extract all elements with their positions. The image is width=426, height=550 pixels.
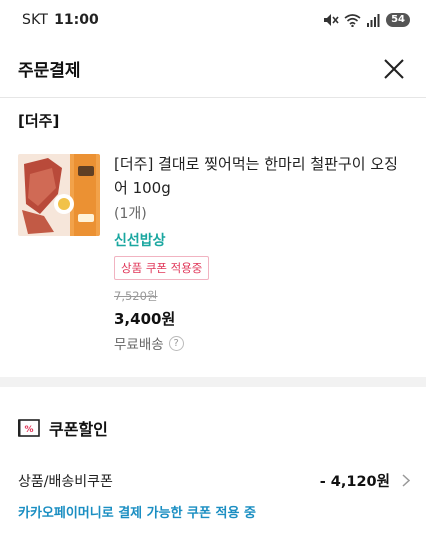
coupon-section-header: % 쿠폰할인 (18, 416, 108, 440)
order-product-item: [더주] 결대로 찢어먹는 한마리 철판구이 오징어 100g (1개) 신선밥… (18, 152, 410, 353)
battery-icon: 54 (386, 13, 410, 27)
product-brand[interactable]: 신선밥상 (114, 230, 410, 250)
wifi-icon (344, 13, 361, 27)
clock-time: 11:00 (54, 12, 99, 28)
coupon-select-row[interactable]: 상품/배송비쿠폰 - 4,120원 (18, 470, 410, 491)
product-image (18, 154, 100, 236)
status-bar: SKT 11:00 54 (0, 0, 426, 40)
page-header: 주문결제 (0, 40, 426, 98)
shipping-label: 무료배송 (114, 337, 164, 353)
coupon-section-title: 쿠폰할인 (49, 420, 108, 439)
chevron-right-icon (402, 474, 410, 487)
mute-icon (324, 14, 339, 26)
page-title: 주문결제 (18, 61, 81, 81)
status-icons: 54 (323, 13, 410, 27)
product-info: [더주] 결대로 찢어먹는 한마리 철판구이 오징어 100g (1개) 신선밥… (114, 152, 410, 353)
coupon-discount-amount: - 4,120원 (319, 474, 390, 490)
product-quantity: (1개) (114, 206, 147, 222)
coupon-row-label: 상품/배송비쿠폰 (18, 473, 113, 490)
sale-price: 3,400원 (114, 310, 176, 328)
svg-text:%: % (24, 425, 33, 435)
section-divider (0, 377, 426, 387)
carrier-label: SKT (22, 12, 49, 28)
seller-name: [더주] (18, 112, 60, 130)
close-button[interactable] (380, 55, 408, 83)
close-icon (384, 58, 404, 79)
kakaopay-coupon-note: 카카오페이머니로 결제 가능한 쿠폰 적용 중 (18, 506, 256, 521)
shipping-info: 무료배송 ? (114, 333, 410, 353)
question-icon[interactable]: ? (168, 335, 184, 351)
product-thumbnail[interactable] (18, 154, 100, 236)
original-price: 7,520원 (114, 289, 158, 303)
product-name[interactable]: [더주] 결대로 찢어먹는 한마리 철판구이 오징어 100g (114, 152, 410, 200)
coupon-applied-badge: 상품 쿠폰 적용중 (114, 256, 210, 280)
signal-icon (367, 13, 380, 27)
coupon-percent-icon: % (18, 419, 40, 437)
